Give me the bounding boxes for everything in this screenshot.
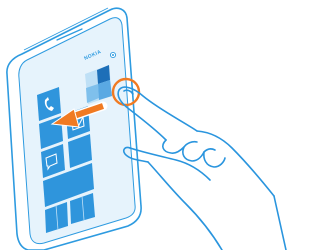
front-camera-lens (112, 54, 114, 56)
phone-swipe-illustration: NOKIA (6, 7, 287, 250)
finger-crease (183, 140, 216, 153)
hand (117, 86, 287, 250)
hand-back (196, 130, 275, 197)
wrist (273, 195, 287, 250)
palm-edge (147, 161, 223, 250)
folded-fingers (162, 139, 226, 168)
